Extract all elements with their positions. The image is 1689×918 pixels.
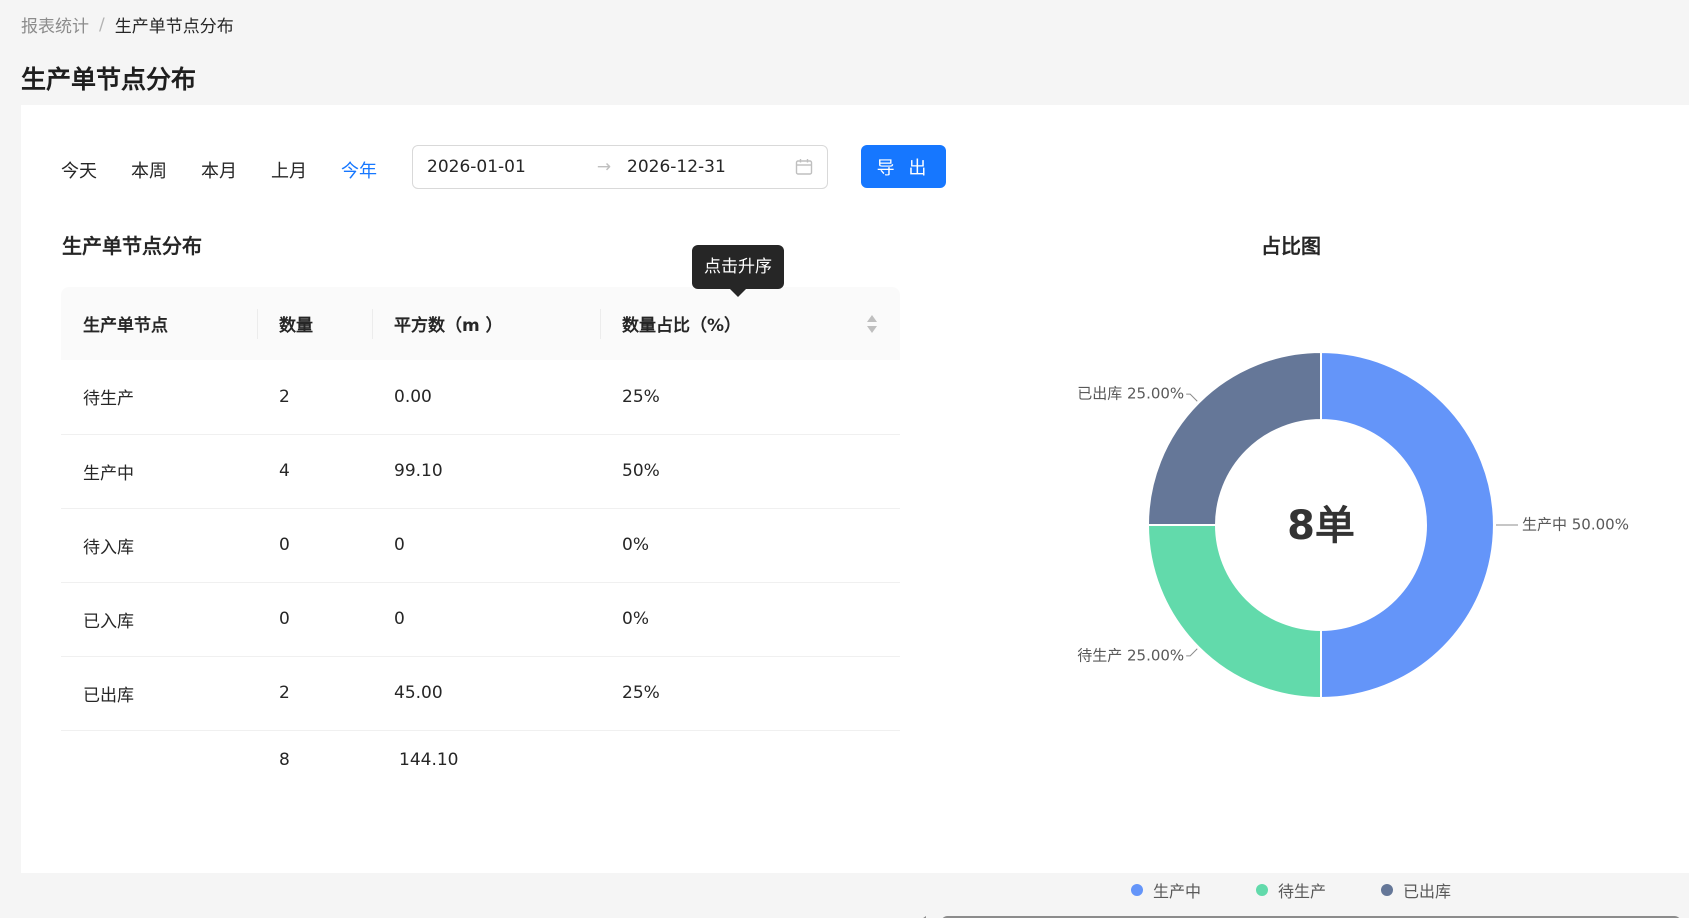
donut-chart: 生产中 50.00% 待生产 25.00% 已出库 25.00% 8单	[1077, 350, 1629, 700]
report-card: 今天 本周 本月 上月 今年 2026-01-01 → 2026-12-31 导…	[21, 105, 1689, 918]
donut-label-2: 已出库 25.00%	[1077, 385, 1184, 403]
table-cell: 待入库	[61, 508, 257, 583]
table-cell: 已入库	[61, 582, 257, 657]
donut-label-line-1	[1186, 648, 1198, 657]
table-cell: 45.00	[372, 656, 600, 731]
column-header-count: 数量	[257, 287, 372, 360]
legend-item-pending-production[interactable]: 待生产	[1256, 878, 1326, 902]
export-button[interactable]: 导 出	[861, 145, 946, 188]
calendar-icon[interactable]	[795, 158, 813, 176]
sort-tooltip: 点击升序	[692, 245, 784, 297]
legend-dot	[1256, 884, 1269, 896]
column-header-label: 数量占比（%）	[622, 316, 742, 336]
table-cell: 0	[257, 582, 372, 657]
donut-center-label: 8单	[1287, 503, 1355, 549]
tooltip-arrow	[730, 289, 746, 297]
chart-legend: 生产中 待生产 已出库	[1131, 878, 1451, 902]
summary-count: 8	[279, 750, 290, 771]
column-header-label: 平方数（m ）	[394, 316, 503, 336]
donut-slice-2[interactable]	[1146, 350, 1322, 526]
quick-filter-this-year[interactable]: 今年	[341, 157, 377, 183]
quick-filter-today[interactable]: 今天	[61, 157, 97, 183]
table-cell: 0	[257, 508, 372, 583]
legend-item-shipped[interactable]: 已出库	[1381, 878, 1451, 902]
table-cell: 待生产	[61, 360, 257, 435]
arrow-right-icon: →	[596, 157, 612, 177]
sort-icon[interactable]	[866, 314, 878, 334]
table-cell: 4	[257, 434, 372, 509]
table-title: 生产单节点分布	[62, 234, 202, 258]
page-title: 生产单节点分布	[21, 65, 197, 94]
table-cell: 2	[257, 360, 372, 435]
legend-label: 待生产	[1278, 882, 1327, 901]
column-header-label: 数量	[279, 316, 313, 336]
breadcrumb: 报表统计 / 生产单节点分布	[21, 12, 234, 38]
tooltip-text: 点击升序	[704, 257, 772, 277]
table-cell: 0.00	[372, 360, 600, 435]
table-cell: 2	[257, 656, 372, 731]
donut-label-1: 待生产 25.00%	[1077, 646, 1184, 664]
legend-label: 生产中	[1153, 882, 1202, 901]
table-cell: 0	[372, 508, 600, 583]
quick-filter-group: 今天 本周 本月 上月 今年	[61, 157, 377, 183]
page: 报表统计 / 生产单节点分布 生产单节点分布 今天 本周 本月 上月 今年 20…	[0, 0, 1689, 918]
table-header-row: 生产单节点 数量 平方数（m ） 数量占比（%）	[61, 287, 900, 360]
breadcrumb-separator: /	[99, 14, 105, 35]
chart-title: 占比图	[1261, 234, 1321, 258]
column-separator	[600, 309, 601, 339]
column-header-node: 生产单节点	[61, 287, 257, 360]
table-row: 已出库 2 45.00 25%	[61, 656, 900, 731]
table-cell: 0%	[600, 508, 900, 583]
legend-dot	[1381, 884, 1394, 896]
table-row: 生产中 4 99.10 50%	[61, 434, 900, 509]
column-separator	[257, 309, 258, 339]
legend-item-in-production[interactable]: 生产中	[1131, 878, 1201, 902]
column-separator	[372, 309, 373, 339]
quick-filter-this-week[interactable]: 本周	[131, 157, 167, 183]
column-header-label: 生产单节点	[83, 316, 168, 336]
date-range-picker[interactable]: 2026-01-01 → 2026-12-31	[412, 145, 828, 189]
table-cell: 50%	[600, 434, 900, 509]
breadcrumb-current: 生产单节点分布	[114, 17, 234, 37]
quick-filter-last-month[interactable]: 上月	[271, 157, 307, 183]
node-distribution-table: 生产单节点 数量 平方数（m ） 数量占比（%） 待生产 2 0.00 25% …	[61, 287, 900, 790]
table-row: 已入库 0 0 0%	[61, 582, 900, 657]
column-header-percentage[interactable]: 数量占比（%）	[600, 287, 900, 360]
table-row: 待生产 2 0.00 25%	[61, 360, 900, 435]
table-cell: 0	[372, 582, 600, 657]
table-cell	[600, 730, 900, 790]
table-cell: 已出库	[61, 656, 257, 731]
table-cell: 生产中	[61, 434, 257, 509]
column-header-area: 平方数（m ）	[372, 287, 600, 360]
table-cell: 99.10	[372, 434, 600, 509]
donut-label-line-2	[1186, 393, 1198, 402]
donut-slice-1[interactable]	[1146, 524, 1322, 700]
legend-dot	[1131, 884, 1143, 896]
donut-label-0: 生产中 50.00%	[1522, 516, 1629, 534]
table-cell	[61, 730, 257, 790]
table-row: 待入库 0 0 0%	[61, 508, 900, 583]
date-range-end-input[interactable]: 2026-12-31	[619, 157, 795, 177]
table-cell: 25%	[600, 360, 900, 435]
summary-area: 144.10	[399, 750, 459, 771]
date-range-start-input[interactable]: 2026-01-01	[427, 157, 589, 177]
table-cell: 0%	[600, 582, 900, 657]
table-summary-row: 8 144.10	[61, 730, 900, 790]
quick-filter-this-month[interactable]: 本月	[201, 157, 237, 183]
table-cell: 25%	[600, 656, 900, 731]
legend-label: 已出库	[1403, 882, 1452, 901]
breadcrumb-parent-link[interactable]: 报表统计	[21, 12, 89, 37]
